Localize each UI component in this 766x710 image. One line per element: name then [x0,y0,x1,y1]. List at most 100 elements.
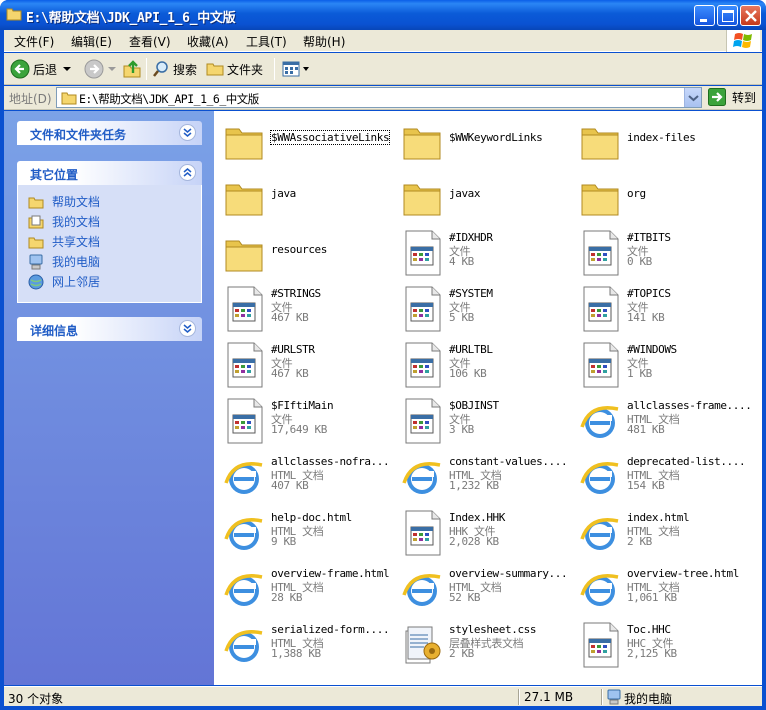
file-item[interactable]: overview-summary... HTML 文档 52 KB [392,559,570,615]
file-item[interactable]: help-doc.html HTML 文档 9 KB [214,503,392,559]
file-item[interactable]: #IDXHDR 文件 4 KB [392,223,570,279]
search-button[interactable]: 搜索 [152,57,197,81]
file-item[interactable]: $WWKeywordLinks [392,111,570,167]
tasks-panel-header[interactable]: 文件和文件夹任务 [17,121,202,145]
details-panel-header[interactable]: 详细信息 [17,317,202,341]
file-item[interactable]: #SYSTEM 文件 5 KB [392,279,570,335]
places-panel-header[interactable]: 其它位置 [17,161,202,185]
file-item[interactable]: $FIftiMain 文件 17,649 KB [214,391,392,447]
file-icon [583,230,619,276]
folder-icon [225,184,263,216]
file-item[interactable]: constant-values.... HTML 文档 1,232 KB [392,447,570,503]
file-size: 52 KB [449,591,481,604]
close-button[interactable] [740,5,761,26]
file-item[interactable]: #WINDOWS 文件 1 KB [570,335,748,391]
menu-favorites[interactable]: 收藏(A) [187,33,229,50]
file-item[interactable]: $OBJINST 文件 3 KB [392,391,570,447]
file-item[interactable]: Toc.HHC HHC 文件 2,125 KB [570,615,748,671]
ie-document-icon [402,462,441,494]
up-folder-button[interactable] [122,57,142,81]
file-item[interactable]: stylesheet.css 层叠样式表文档 2 KB [392,615,570,671]
file-size: 141 KB [627,311,665,324]
file-list: $WWAssociativeLinks $WWKeywordLinks index-… [214,111,762,685]
file-item[interactable]: overview-frame.html HTML 文档 28 KB [214,559,392,615]
file-size: 481 KB [627,423,665,436]
file-item[interactable]: #URLSTR 文件 467 KB [214,335,392,391]
back-button[interactable]: 后退 [10,57,73,81]
ie-document-icon [224,630,263,662]
place-my-documents[interactable]: 我的文档 [28,213,100,230]
toolbar: 后退 搜索 文件夹 [4,53,762,85]
css-file-icon [405,626,441,664]
status-location: 我的电脑 [624,692,673,706]
file-item[interactable]: #URLTBL 文件 106 KB [392,335,570,391]
file-size: 2,125 KB [627,647,677,660]
close-icon [745,10,757,22]
menu-file[interactable]: 文件(F) [14,33,54,50]
collapse-chevron-icon[interactable] [179,164,196,181]
ie-document-icon [580,462,619,494]
menu-edit[interactable]: 编辑(E) [71,33,112,50]
file-icon [227,286,263,332]
title-bar[interactable]: E:\帮助文档\JDK_API_1_6_中文版 [0,0,766,30]
file-item[interactable]: Index.HHK HHK 文件 2,028 KB [392,503,570,559]
file-name: javax [449,187,481,200]
file-item[interactable]: allclasses-nofra... HTML 文档 407 KB [214,447,392,503]
go-button[interactable]: 转到 [708,88,756,106]
expand-chevron-icon[interactable] [179,320,196,337]
file-item[interactable]: index.html HTML 文档 2 KB [570,503,748,559]
forward-button[interactable] [84,57,117,81]
file-size: 407 KB [271,479,309,492]
menu-tools[interactable]: 工具(T) [246,33,287,50]
file-size: 1,232 KB [449,479,499,492]
ie-document-icon [580,518,619,550]
file-name: resources [271,243,328,256]
file-size: 1 KB [627,367,652,380]
file-item[interactable]: #TOPICS 文件 141 KB [570,279,748,335]
file-item[interactable]: org [570,167,748,223]
file-item[interactable]: #ITBITS 文件 0 KB [570,223,748,279]
file-icon [227,342,263,388]
file-icon [405,510,441,556]
file-size: 467 KB [271,367,309,380]
expand-chevron-icon[interactable] [179,124,196,141]
file-icon [405,286,441,332]
place-help-docs[interactable]: 帮助文档 [28,193,100,210]
folders-button[interactable]: 文件夹 [206,57,263,81]
file-item[interactable]: index-files [570,111,748,167]
file-size: 1,061 KB [627,591,677,604]
folder-icon [225,128,263,160]
folder-icon [581,128,619,160]
places-panel: 帮助文档 我的文档 共享文档 我的电脑 网上邻居 [17,185,202,303]
file-item[interactable]: deprecated-list.... HTML 文档 154 KB [570,447,748,503]
file-item[interactable]: serialized-form.... HTML 文档 1,388 KB [214,615,392,671]
address-input[interactable]: E:\帮助文档\JDK_API_1_6_中文版 [56,87,702,108]
place-network[interactable]: 网上邻居 [28,273,100,290]
address-dropdown[interactable] [684,88,701,107]
ie-document-icon [580,574,619,606]
place-my-computer[interactable]: 我的电脑 [28,253,100,270]
views-button[interactable] [282,57,310,81]
file-item[interactable]: #STRINGS 文件 467 KB [214,279,392,335]
file-size: 1,388 KB [271,647,321,660]
file-item[interactable]: allclasses-frame.... HTML 文档 481 KB [570,391,752,447]
address-bar: 地址(D) E:\帮助文档\JDK_API_1_6_中文版 转到 [4,86,762,110]
folder-icon [61,92,77,105]
maximize-button[interactable] [717,5,738,26]
minimize-button[interactable] [694,5,715,26]
file-name: index-files [627,131,696,144]
place-shared-documents[interactable]: 共享文档 [28,233,100,250]
folder-icon [403,184,441,216]
file-icon [583,622,619,668]
menu-view[interactable]: 查看(V) [129,33,171,50]
file-item[interactable]: resources [214,223,392,279]
file-item[interactable]: overview-tree.html HTML 文档 1,061 KB [570,559,748,615]
file-item[interactable]: $WWAssociativeLinks [214,111,392,167]
file-item[interactable]: javax [392,167,570,223]
ie-document-icon [224,574,263,606]
back-arrow-icon [10,59,30,79]
file-item[interactable]: java [214,167,392,223]
file-size: 9 KB [271,535,296,548]
address-path: E:\帮助文档\JDK_API_1_6_中文版 [79,92,259,106]
menu-help[interactable]: 帮助(H) [303,33,345,50]
